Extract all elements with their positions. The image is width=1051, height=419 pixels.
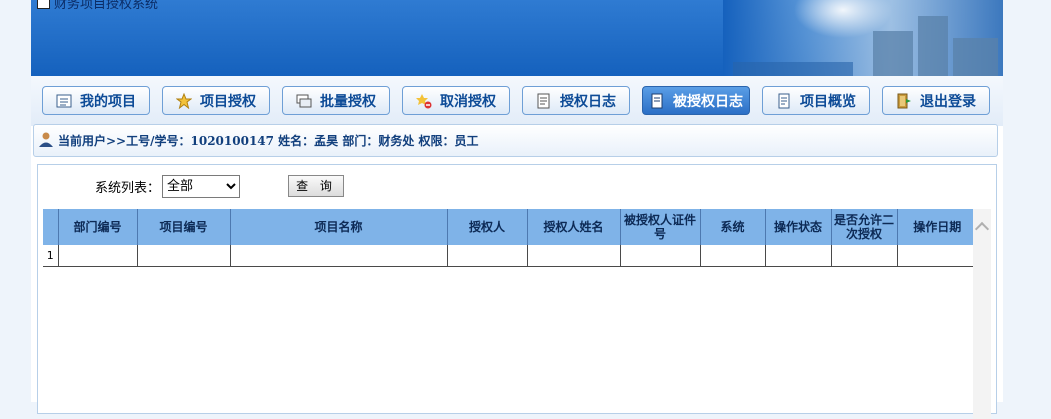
column-header-system: 系统 — [699, 209, 765, 245]
stack-icon — [296, 93, 312, 109]
app-title: 财务项目授权系统 — [37, 0, 158, 12]
nav-cancel-authorize-button[interactable]: 取消授权 — [402, 86, 510, 115]
table-row[interactable]: 1 — [43, 245, 977, 267]
table-cell — [764, 245, 831, 267]
cancel-icon — [416, 93, 432, 109]
nav-label: 被授权日志 — [673, 93, 743, 110]
column-header-date: 操作日期 — [896, 209, 977, 245]
nav-bar: 我的项目 项目授权 批量授权 取消授权 授权日志 被授权日志 项目概览 退出登录 — [31, 76, 1003, 126]
nav-batch-authorize-button[interactable]: 批量授权 — [282, 86, 390, 115]
nav-label: 我的项目 — [80, 93, 136, 110]
table-cell — [896, 245, 977, 267]
column-header-reauthorize: 是否允许二次授权 — [830, 209, 897, 245]
banner-image — [723, 0, 1003, 76]
log-table: 部门编号 项目编号 项目名称 授权人 授权人姓名 被授权人证件号 系统 操作状态… — [43, 209, 977, 267]
column-header — [43, 209, 58, 245]
current-user-bar: 当前用户>>工号/学号：1020100147 姓名：孟昊 部门：财务处 权限：员… — [33, 124, 998, 157]
column-header-grantee-id: 被授权人证件号 — [619, 209, 700, 245]
nav-label: 授权日志 — [560, 93, 616, 110]
filter-row: 系统列表： 全部 — [95, 175, 241, 198]
table-cell — [136, 245, 230, 267]
exit-icon — [896, 93, 912, 109]
table-cell — [57, 245, 137, 267]
nav-label: 项目概览 — [800, 93, 856, 110]
nav-label: 批量授权 — [320, 93, 376, 110]
table-cell — [830, 245, 897, 267]
app-frame: 财务项目授权系统 我的项目 项目授权 批量授权 取消授权 授权日志 被授权日志 … — [31, 0, 1003, 419]
log-icon — [536, 93, 552, 109]
table-cell — [526, 245, 620, 267]
nav-project-authorize-button[interactable]: 项目授权 — [162, 86, 270, 115]
nav-my-projects-button[interactable]: 我的项目 — [42, 86, 150, 115]
nav-label: 取消授权 — [440, 93, 496, 110]
column-header-grantor: 授权人 — [446, 209, 527, 245]
nav-logout-button[interactable]: 退出登录 — [882, 86, 990, 115]
nav-label: 项目授权 — [200, 93, 256, 110]
table-cell — [229, 245, 447, 267]
main-content: 系统列表： 全部 查 询 部门编号 项目编号 项目名称 授权人 授权人姓名 被授… — [37, 164, 997, 419]
column-header-grantor-name: 授权人姓名 — [526, 209, 620, 245]
app-title-text: 财务项目授权系统 — [54, 0, 159, 12]
list-icon — [56, 93, 72, 109]
nav-project-overview-button[interactable]: 项目概览 — [762, 86, 870, 115]
column-header-dept-no: 部门编号 — [57, 209, 137, 245]
app-logo-icon — [37, 0, 50, 9]
system-list-label: 系统列表： — [95, 181, 161, 196]
column-header-project-name: 项目名称 — [229, 209, 447, 245]
scroll-up-arrow-icon[interactable] — [974, 221, 990, 237]
table-header-row: 部门编号 项目编号 项目名称 授权人 授权人姓名 被授权人证件号 系统 操作状态… — [43, 209, 977, 245]
column-header-status: 操作状态 — [764, 209, 831, 245]
user-icon — [38, 131, 54, 150]
table-scrollbar[interactable] — [973, 209, 991, 419]
system-list-select[interactable]: 全部 — [162, 175, 241, 198]
column-header-project-no: 项目编号 — [136, 209, 230, 245]
header-banner: 财务项目授权系统 — [31, 0, 1003, 76]
row-number: 1 — [43, 245, 58, 267]
query-button[interactable]: 查 询 — [288, 175, 344, 197]
nav-authorized-log-button[interactable]: 被授权日志 — [642, 86, 750, 115]
nav-label: 退出登录 — [920, 93, 976, 110]
table-cell — [446, 245, 527, 267]
star-icon — [175, 92, 193, 109]
overview-icon — [776, 93, 792, 109]
document-icon — [649, 93, 665, 109]
table-cell — [619, 245, 700, 267]
nav-authorize-log-button[interactable]: 授权日志 — [522, 86, 630, 115]
current-user-text: 当前用户>>工号/学号：1020100147 姓名：孟昊 部门：财务处 权限：员… — [58, 134, 479, 148]
table-cell — [699, 245, 765, 267]
